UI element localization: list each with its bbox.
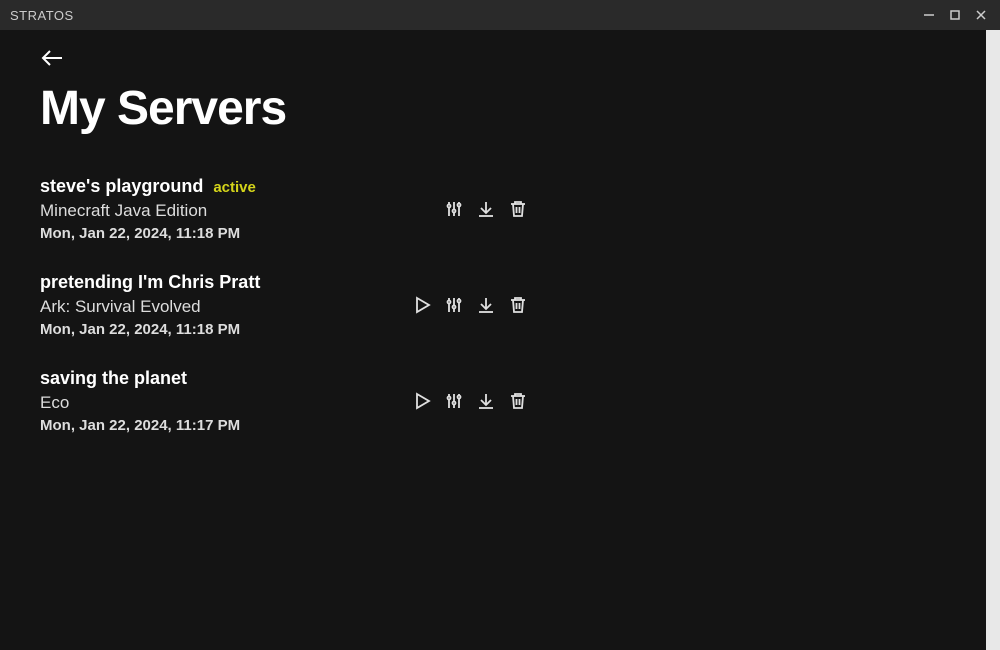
window-controls <box>920 6 990 24</box>
play-button[interactable] <box>410 389 434 413</box>
server-name-line: pretending I'm Chris Pratt <box>40 272 260 293</box>
server-date: Mon, Jan 22, 2024, 11:17 PM <box>40 417 240 434</box>
server-info: saving the planet Eco Mon, Jan 22, 2024,… <box>40 368 240 434</box>
server-actions <box>410 293 530 317</box>
server-name: saving the planet <box>40 368 187 389</box>
server-name-line: steve's playground active <box>40 176 256 197</box>
server-status-badge: active <box>213 179 256 196</box>
server-actions <box>442 197 530 221</box>
play-button[interactable] <box>410 293 434 317</box>
download-button[interactable] <box>474 197 498 221</box>
download-button[interactable] <box>474 389 498 413</box>
delete-button[interactable] <box>506 293 530 317</box>
delete-button[interactable] <box>506 197 530 221</box>
server-date: Mon, Jan 22, 2024, 11:18 PM <box>40 225 256 242</box>
server-name: pretending I'm Chris Pratt <box>40 272 260 293</box>
delete-button[interactable] <box>506 389 530 413</box>
server-date: Mon, Jan 22, 2024, 11:18 PM <box>40 321 260 338</box>
server-game: Minecraft Java Edition <box>40 201 256 221</box>
server-name: steve's playground <box>40 176 203 197</box>
server-name-line: saving the planet <box>40 368 240 389</box>
settings-button[interactable] <box>442 293 466 317</box>
maximize-button[interactable] <box>946 6 964 24</box>
titlebar: STRATOS <box>0 0 1000 30</box>
server-game: Eco <box>40 393 240 413</box>
main-content: My Servers steve's playground active Min… <box>0 30 1000 650</box>
page-title: My Servers <box>40 81 960 136</box>
download-button[interactable] <box>474 293 498 317</box>
server-game: Ark: Survival Evolved <box>40 297 260 317</box>
back-button[interactable] <box>40 48 64 73</box>
window-title: STRATOS <box>10 8 74 23</box>
scrollbar[interactable] <box>986 30 1000 650</box>
server-row: pretending I'm Chris Pratt Ark: Survival… <box>40 272 530 338</box>
server-list: steve's playground active Minecraft Java… <box>40 176 960 434</box>
server-info: steve's playground active Minecraft Java… <box>40 176 256 242</box>
server-info: pretending I'm Chris Pratt Ark: Survival… <box>40 272 260 338</box>
settings-button[interactable] <box>442 197 466 221</box>
server-row: saving the planet Eco Mon, Jan 22, 2024,… <box>40 368 530 434</box>
settings-button[interactable] <box>442 389 466 413</box>
minimize-button[interactable] <box>920 6 938 24</box>
server-actions <box>410 389 530 413</box>
server-row: steve's playground active Minecraft Java… <box>40 176 530 242</box>
close-button[interactable] <box>972 6 990 24</box>
